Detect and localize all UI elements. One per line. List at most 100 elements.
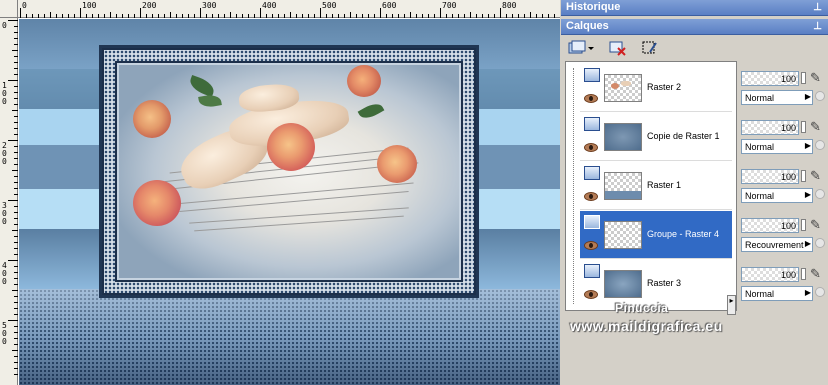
visibility-eye-icon[interactable] <box>584 94 598 103</box>
visibility-eye-icon[interactable] <box>584 192 598 201</box>
opacity-field[interactable]: 100 <box>741 71 799 86</box>
ruler-minor-tick <box>518 14 519 18</box>
ruler-minor-tick <box>224 14 225 18</box>
dropdown-arrow-icon: ▶ <box>804 288 811 297</box>
layer-mask-button[interactable] <box>639 38 661 58</box>
layer-row[interactable]: Copie de Raster 1 <box>580 113 732 161</box>
pin-icon[interactable]: ⊥ <box>813 2 822 13</box>
brush-icon[interactable]: ✎ <box>810 266 821 282</box>
ruler-minor-tick <box>326 14 327 18</box>
brush-icon[interactable]: ✎ <box>810 70 821 86</box>
canvas-area[interactable]: 0 100 200 300 400 500 600 700 800 0 1 0 0 2 0 0 3 0… <box>0 0 560 385</box>
ruler-minor-tick <box>308 14 309 18</box>
ruler-minor-tick <box>14 338 18 339</box>
ruler-minor-tick <box>212 14 213 18</box>
ruler-minor-tick <box>230 12 231 18</box>
opacity-field[interactable]: 100 <box>741 218 799 233</box>
ruler-major-tick <box>200 8 201 18</box>
ruler-label: 1 0 0 <box>2 81 7 106</box>
layer-name: Raster 1 <box>647 180 682 190</box>
opacity-slider[interactable] <box>801 72 806 84</box>
blend-mode-value: Recouvrement <box>745 240 804 250</box>
ruler-minor-tick <box>470 12 471 18</box>
ruler-minor-tick <box>416 14 417 18</box>
lock-transparency-icon[interactable] <box>815 91 825 101</box>
layer-row[interactable]: Raster 1 <box>580 162 732 210</box>
document-image[interactable] <box>19 19 560 385</box>
ruler-minor-tick <box>422 14 423 18</box>
ruler-minor-tick <box>14 248 18 249</box>
opacity-slider[interactable] <box>801 170 806 182</box>
ruler-minor-tick <box>32 14 33 18</box>
brush-icon[interactable]: ✎ <box>810 217 821 233</box>
ruler-minor-tick <box>188 14 189 18</box>
layers-list[interactable]: Raster 2 Copie de Raster 1 Raster 1 Grou… <box>565 61 737 311</box>
blend-mode-select[interactable]: Normal ▶ <box>741 188 813 203</box>
layer-mask-icon <box>642 41 657 54</box>
ruler-minor-tick <box>116 14 117 18</box>
ruler-minor-tick <box>98 14 99 18</box>
ruler-major-tick <box>8 260 18 261</box>
ruler-minor-tick <box>14 242 18 243</box>
ruler-minor-tick <box>14 32 18 33</box>
brush-icon[interactable]: ✎ <box>810 119 821 135</box>
ruler-minor-tick <box>368 14 369 18</box>
lock-transparency-icon[interactable] <box>815 238 825 248</box>
layer-thumbnail <box>604 123 642 151</box>
leaf <box>187 74 217 98</box>
blend-mode-select[interactable]: Normal ▶ <box>741 90 813 105</box>
ruler-major-tick <box>20 8 21 18</box>
new-layer-icon <box>568 40 594 54</box>
ruler-minor-tick <box>164 14 165 18</box>
ruler-minor-tick <box>446 14 447 18</box>
ruler-minor-tick <box>14 206 18 207</box>
lock-transparency-icon[interactable] <box>815 140 825 150</box>
ruler-minor-tick <box>548 14 549 18</box>
opacity-slider[interactable] <box>801 268 806 280</box>
ruler-minor-tick <box>410 12 411 18</box>
frame-pattern <box>102 48 476 295</box>
ruler-minor-tick <box>56 14 57 18</box>
layer-row[interactable]: Raster 2 <box>580 64 732 112</box>
pin-icon[interactable]: ⊥ <box>813 21 822 32</box>
ruler-minor-tick <box>38 14 39 18</box>
blend-mode-select[interactable]: Normal ▶ <box>741 286 813 301</box>
scroll-right-arrow-icon[interactable]: ▸ <box>727 295 736 315</box>
layers-panel-header[interactable]: Calques ⊥ <box>561 19 828 35</box>
opacity-field[interactable]: 100 <box>741 120 799 135</box>
ruler-minor-tick <box>14 44 18 45</box>
rose <box>377 145 417 183</box>
lock-transparency-icon[interactable] <box>815 287 825 297</box>
opacity-field[interactable]: 100 <box>741 169 799 184</box>
brush-icon[interactable]: ✎ <box>810 168 821 184</box>
blend-mode-select[interactable]: Normal ▶ <box>741 139 813 154</box>
ruler-label: 2 0 0 <box>2 141 7 166</box>
ruler-minor-tick <box>14 284 18 285</box>
lock-transparency-icon[interactable] <box>815 189 825 199</box>
ruler-minor-tick <box>272 14 273 18</box>
layer-row-selected[interactable]: Groupe - Raster 4 <box>580 211 732 259</box>
visibility-eye-icon[interactable] <box>584 143 598 152</box>
opacity-slider[interactable] <box>801 121 806 133</box>
history-panel-header[interactable]: Historique ⊥ <box>561 0 828 16</box>
blend-mode-select[interactable]: Recouvrement ▶ <box>741 237 813 252</box>
ruler-label: 0 <box>22 1 27 10</box>
ruler-minor-tick <box>14 308 18 309</box>
opacity-field[interactable]: 100 <box>741 267 799 282</box>
ruler-minor-tick <box>338 14 339 18</box>
new-layer-button[interactable] <box>567 38 595 58</box>
ruler-minor-tick <box>14 332 18 333</box>
rose <box>133 100 171 138</box>
visibility-eye-icon[interactable] <box>584 290 598 299</box>
ruler-minor-tick <box>404 14 405 18</box>
delete-layer-button[interactable] <box>607 38 629 58</box>
opacity-slider[interactable] <box>801 219 806 231</box>
ruler-minor-tick <box>536 14 537 18</box>
watermark-author: Pinuccia <box>615 301 669 315</box>
ruler-minor-tick <box>14 302 18 303</box>
ruler-minor-tick <box>14 296 18 297</box>
sheet-music-line <box>194 215 404 232</box>
ruler-minor-tick <box>344 14 345 18</box>
ruler-label: 3 0 0 <box>2 201 7 226</box>
visibility-eye-icon[interactable] <box>584 241 598 250</box>
